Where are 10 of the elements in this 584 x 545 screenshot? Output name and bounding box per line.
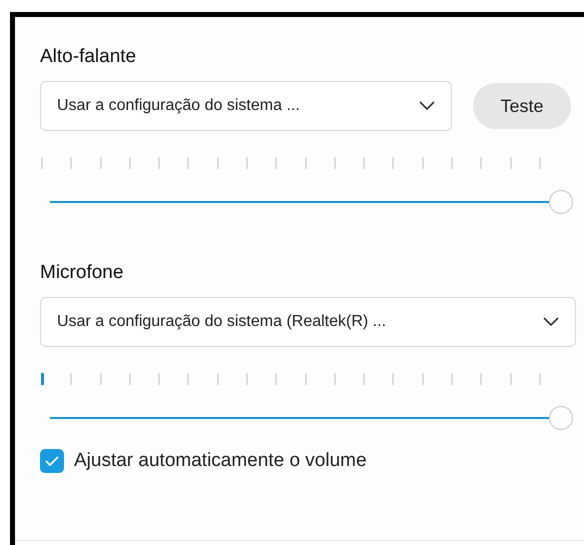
section-title: Microfone xyxy=(40,261,124,285)
chevron-down-icon xyxy=(543,317,559,327)
section-title: Alto-falante xyxy=(40,45,138,69)
checkbox[interactable] xyxy=(40,449,64,474)
device-dropdown[interactable]: Usar a configuração do sistema (Realtek(R) ... xyxy=(40,297,576,347)
checkmark-icon xyxy=(45,456,59,466)
chevron-down-icon xyxy=(419,101,435,111)
checkbox-label: Ajustar automaticamente o volume xyxy=(74,449,367,473)
device-dropdown[interactable]: Usar a configuração do sistema ... xyxy=(40,81,452,131)
test-button[interactable]: Teste xyxy=(473,83,571,129)
